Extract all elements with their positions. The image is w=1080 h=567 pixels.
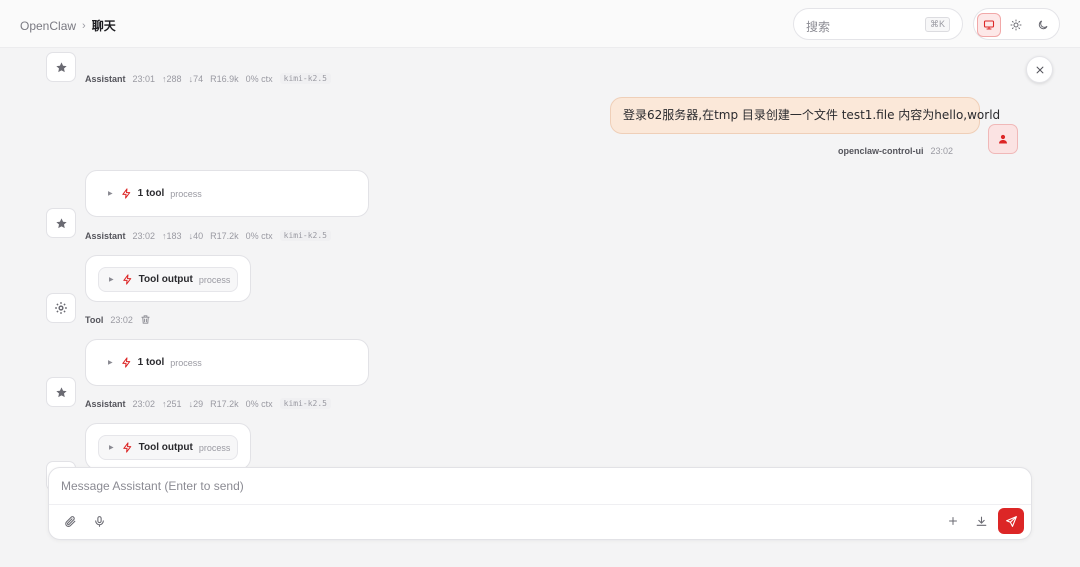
tool-output-card[interactable]: ▶ Tool output process [85,423,251,470]
message-time: 23:02 [930,146,954,156]
search-box[interactable]: 搜索 ⌘K [793,8,963,40]
close-button[interactable] [1026,56,1053,83]
theme-light-button[interactable] [1004,13,1028,37]
tool-summary[interactable]: ▶ Tool output process [109,274,230,285]
message-meta: Tool 23:02 [85,314,151,325]
breadcrumb-current: 聊天 [91,19,116,33]
expand-triangle-icon: ▶ [108,191,113,197]
breadcrumb: OpenClaw › 聊天 [20,17,116,34]
moon-icon [1038,20,1048,30]
paperclip-icon [64,515,75,527]
sun-icon [1010,19,1022,31]
model-badge: kimi-k2.5 [279,398,331,409]
sender-name: Assistant [85,398,126,409]
assistant-avatar [46,208,76,238]
tool-name: Tool output [138,442,193,453]
tool-tag: process [198,274,231,285]
tool-output-pill[interactable]: ▶ Tool output process [98,267,238,292]
user-message-meta: openclaw-control-ui 23:02 [838,146,953,156]
composer-divider [49,504,1031,505]
star-icon [55,61,67,72]
attach-button[interactable] [59,510,81,532]
plus-icon [949,517,957,525]
expand-triangle-icon: ▶ [109,445,114,451]
message-input[interactable] [49,468,1031,504]
tokens-up: ↑251 [162,398,182,409]
top-bar: OpenClaw › 聊天 搜索 ⌘K [0,0,1080,48]
tool-avatar [46,293,76,323]
microphone-icon [94,515,104,527]
user-avatar [988,124,1018,154]
context-usage: 0% ctx [245,73,273,84]
message-time: 23:01 [132,73,156,84]
model-badge: kimi-k2.5 [279,230,331,241]
context-usage: 0% ctx [245,398,273,409]
scroll-fade [0,48,1080,60]
breadcrumb-root[interactable]: OpenClaw [20,19,76,33]
lightning-icon [122,274,131,285]
send-icon [1005,515,1017,527]
tool-name: 1 tool [137,188,165,199]
tokens-up: ↑183 [162,230,182,241]
search-placeholder: 搜索 [806,20,831,34]
tool-output-pill[interactable]: ▶ Tool output process [98,435,238,460]
tokens-read: R17.2k [210,398,239,409]
tool-summary[interactable]: ▶ 1 tool process [108,188,202,199]
lightning-icon [122,442,131,453]
microphone-button[interactable] [88,510,110,532]
tool-call-card[interactable]: ▶ 1 tool process [85,170,369,217]
model-badge: kimi-k2.5 [279,73,331,84]
message-time: 23:02 [132,398,156,409]
lightning-icon [121,188,130,199]
tokens-down: ↓29 [188,398,204,409]
search-shortcut: ⌘K [924,17,950,32]
sender-name: Tool [85,314,104,325]
user-message-bubble: 登录62服务器,在tmp 目录创建一个文件 test1.file 内容为hell… [610,97,1000,134]
send-button[interactable] [998,508,1024,534]
tool-name: 1 tool [137,357,165,368]
monitor-icon [983,20,995,30]
star-icon [55,217,67,228]
message-meta: Assistant 23:02 ↑251 ↓29 R17.2k 0% ctx k… [85,398,331,409]
expand-triangle-icon: ▶ [108,360,113,366]
new-chat-button[interactable] [942,510,964,532]
expand-triangle-icon: ▶ [109,277,114,283]
assistant-avatar [46,52,76,82]
tokens-down: ↓40 [188,230,204,241]
tokens-read: R17.2k [210,230,239,241]
star-icon [55,386,67,397]
message-time: 23:02 [110,314,133,325]
user-icon [999,134,1007,144]
theme-toggle [973,8,1060,40]
theme-system-button[interactable] [977,13,1001,37]
tool-summary[interactable]: ▶ Tool output process [109,442,230,453]
tokens-down: ↓74 [188,73,204,84]
tool-tag: process [170,188,202,199]
message-meta: Assistant 23:01 ↑288 ↓74 R16.9k 0% ctx k… [85,73,331,84]
message-meta: Assistant 23:02 ↑183 ↓40 R17.2k 0% ctx k… [85,230,331,241]
tool-name: Tool output [138,274,193,285]
tool-call-card[interactable]: ▶ 1 tool process [85,339,369,386]
tool-tag: process [198,442,231,453]
export-button[interactable] [970,510,992,532]
tokens-read: R16.9k [210,73,239,84]
close-icon [1036,66,1043,73]
tool-summary[interactable]: ▶ 1 tool process [108,357,202,368]
theme-dark-button[interactable] [1031,13,1055,37]
message-composer [48,467,1032,540]
tool-tag: process [170,357,202,368]
sender-name: openclaw-control-ui [838,146,924,156]
trash-icon[interactable] [140,314,151,325]
lightning-icon [121,357,130,368]
sender-name: Assistant [85,73,126,84]
assistant-avatar [46,377,76,407]
tool-output-card[interactable]: ▶ Tool output process [85,255,251,302]
message-time: 23:02 [132,230,156,241]
download-icon [976,516,986,526]
sender-name: Assistant [85,230,126,241]
gear-icon [55,302,67,314]
context-usage: 0% ctx [245,230,273,241]
breadcrumb-separator: › [82,19,86,32]
tokens-up: ↑288 [162,73,182,84]
